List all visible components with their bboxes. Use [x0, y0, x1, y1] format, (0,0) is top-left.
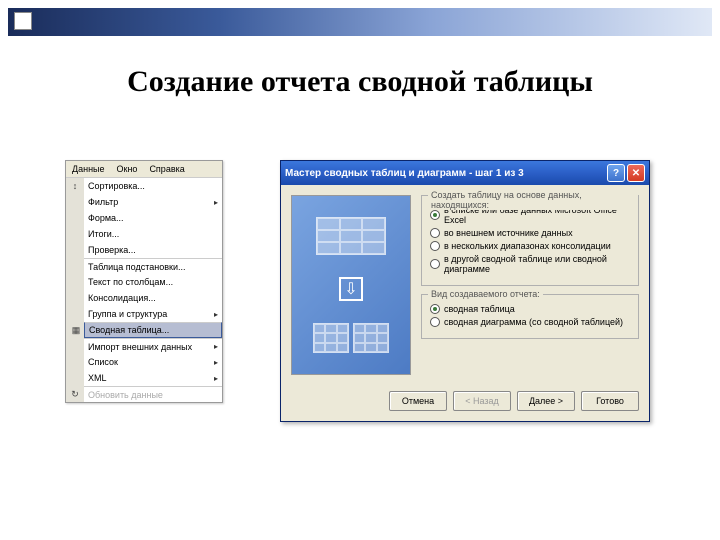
data-source-fieldset: Создать таблицу на основе данных, находя…: [421, 195, 639, 286]
radio-label: в другой сводной таблице или сводной диа…: [444, 254, 630, 274]
cancel-button[interactable]: Отмена: [389, 391, 447, 411]
wizard-illustration: ⇩: [291, 195, 411, 375]
pivot-wizard-dialog: Мастер сводных таблиц и диаграмм - шаг 1…: [280, 160, 650, 422]
radio-icon: [430, 241, 440, 251]
back-button[interactable]: < Назад: [453, 391, 511, 411]
slide-top-bar: [8, 8, 712, 36]
data-source-option-2[interactable]: в нескольких диапазонах консолидации: [430, 241, 630, 251]
menu-bar: Данные Окно Справка: [66, 161, 222, 178]
slide-accent-square: [14, 12, 32, 30]
radio-icon: [430, 317, 440, 327]
menu-item-3[interactable]: Итоги...: [84, 226, 222, 242]
table-graphic-bottom: [313, 323, 389, 353]
menu-bar-window[interactable]: Окно: [111, 161, 144, 177]
data-source-option-3[interactable]: в другой сводной таблице или сводной диа…: [430, 254, 630, 274]
help-button[interactable]: ?: [607, 164, 625, 182]
menu-item-label: Импорт внешних данных: [88, 342, 192, 352]
menu-item-label: Группа и структура: [88, 309, 167, 319]
radio-icon: [430, 259, 440, 269]
next-button[interactable]: Далее >: [517, 391, 575, 411]
menu-items: ↕Сортировка... Фильтр ▸ Форма... Итоги... Про…: [84, 178, 222, 402]
menu-item-icon: ↻: [68, 388, 82, 402]
menu-bar-data[interactable]: Данные: [66, 161, 111, 177]
menu-item-6[interactable]: Текст по столбцам...: [84, 274, 222, 290]
finish-button[interactable]: Готово: [581, 391, 639, 411]
radio-label: сводная диаграмма (со сводной таблицей): [444, 317, 623, 327]
menu-item-label: Проверка...: [88, 245, 136, 255]
submenu-arrow-icon: ▸: [214, 342, 218, 351]
menu-item-label: Сводная таблица...: [89, 325, 169, 335]
submenu-arrow-icon: ▸: [214, 374, 218, 383]
menu-item-2[interactable]: Форма...: [84, 210, 222, 226]
data-source-legend: Создать таблицу на основе данных, находя…: [428, 190, 638, 210]
menu-item-label: Итоги...: [88, 229, 119, 239]
menu-item-9[interactable]: ▦Сводная таблица...: [84, 322, 222, 338]
report-type-fieldset: Вид создаваемого отчета: сводная таблица…: [421, 294, 639, 339]
menu-item-1[interactable]: Фильтр ▸: [84, 194, 222, 210]
menu-item-label: Обновить данные: [88, 390, 163, 400]
wizard-title: Мастер сводных таблиц и диаграмм - шаг 1…: [285, 168, 605, 179]
slide-title: Создание отчета сводной таблицы: [0, 65, 720, 99]
menu-item-label: Текст по столбцам...: [88, 277, 173, 287]
menu-item-label: Форма...: [88, 213, 124, 223]
menu-bar-help[interactable]: Справка: [143, 161, 190, 177]
table-graphic-top: [316, 217, 386, 255]
report-type-legend: Вид создаваемого отчета:: [428, 289, 543, 299]
menu-item-label: Список: [88, 357, 118, 367]
menu-item-label: Сортировка...: [88, 181, 145, 191]
menu-item-13: ↻Обновить данные: [84, 386, 222, 402]
menu-item-label: XML: [88, 373, 107, 383]
report-type-option-1[interactable]: сводная диаграмма (со сводной таблицей): [430, 317, 630, 327]
menu-item-icon: ▦: [69, 323, 83, 337]
radio-label: во внешнем источнике данных: [444, 228, 573, 238]
radio-icon: [430, 304, 440, 314]
menu-item-0[interactable]: ↕Сортировка...: [84, 178, 222, 194]
menu-item-label: Таблица подстановки...: [88, 262, 185, 272]
report-type-option-0[interactable]: сводная таблица: [430, 304, 630, 314]
wizard-button-row: Отмена < Назад Далее > Готово: [281, 385, 649, 421]
menu-item-10[interactable]: Импорт внешних данных ▸: [84, 338, 222, 354]
radio-label: сводная таблица: [444, 304, 515, 314]
menu-item-label: Консолидация...: [88, 293, 156, 303]
radio-icon: [430, 228, 440, 238]
menu-item-icon: ↕: [68, 179, 82, 193]
radio-icon: [430, 210, 440, 220]
menu-item-5[interactable]: Таблица подстановки...: [84, 258, 222, 274]
menu-item-label: Фильтр: [88, 197, 118, 207]
excel-data-menu: Данные Окно Справка ↕Сортировка...Фильтр…: [65, 160, 223, 403]
submenu-arrow-icon: ▸: [214, 358, 218, 367]
menu-item-12[interactable]: XML ▸: [84, 370, 222, 386]
submenu-arrow-icon: ▸: [214, 198, 218, 207]
close-button[interactable]: ✕: [627, 164, 645, 182]
arrow-down-icon: ⇩: [339, 277, 363, 301]
wizard-titlebar[interactable]: Мастер сводных таблиц и диаграмм - шаг 1…: [281, 161, 649, 185]
menu-icon-gutter: [66, 178, 84, 402]
menu-item-8[interactable]: Группа и структура ▸: [84, 306, 222, 322]
menu-item-4[interactable]: Проверка...: [84, 242, 222, 258]
radio-label: в нескольких диапазонах консолидации: [444, 241, 611, 251]
menu-item-11[interactable]: Список ▸: [84, 354, 222, 370]
submenu-arrow-icon: ▸: [214, 310, 218, 319]
data-source-option-1[interactable]: во внешнем источнике данных: [430, 228, 630, 238]
menu-item-7[interactable]: Консолидация...: [84, 290, 222, 306]
